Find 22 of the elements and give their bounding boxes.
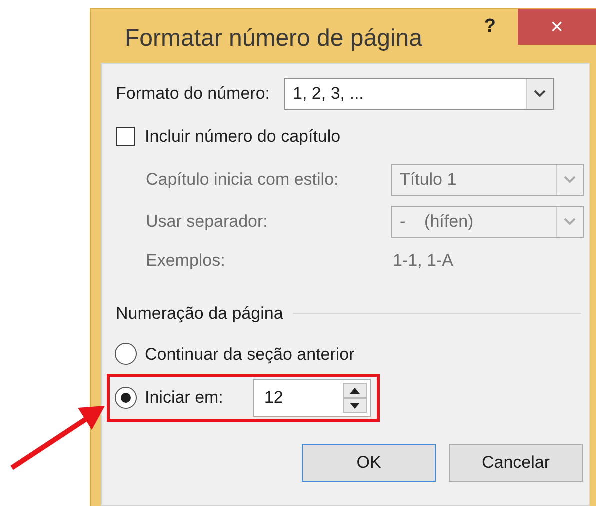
window-title: Formatar número de página [124,24,424,54]
example-text: 1-1, 1-A [392,250,454,272]
radio-button[interactable] [115,343,137,366]
field-label: Capítulo inicia com estilo: [146,168,340,191]
dialog-button[interactable]: OK [302,444,436,482]
spin-down-icon[interactable] [343,398,368,413]
checkbox[interactable] [116,127,135,146]
checkbox-label[interactable]: Incluir número do capítulo [145,124,341,150]
radio-label[interactable]: Continuar da seção anterior [145,342,355,367]
spin-up-icon[interactable] [343,383,368,398]
dropdown-caret-icon[interactable] [526,79,554,109]
dialog-button[interactable]: Cancelar [449,444,583,482]
format-dropdown[interactable]: 1, 2, 3, ... [284,78,554,110]
radio-label[interactable]: Iniciar em: [145,385,224,411]
radio-button[interactable] [115,387,137,409]
close-button[interactable]: × [518,9,596,45]
field-label: Exemplos: [146,250,226,272]
help-button[interactable]: ? [484,9,518,42]
number-spinner[interactable]: 12 [253,379,372,417]
field-label: Formato do número: [116,83,270,106]
field-label: Usar separador: [146,210,269,233]
section-heading: Numeração da página [116,303,284,325]
